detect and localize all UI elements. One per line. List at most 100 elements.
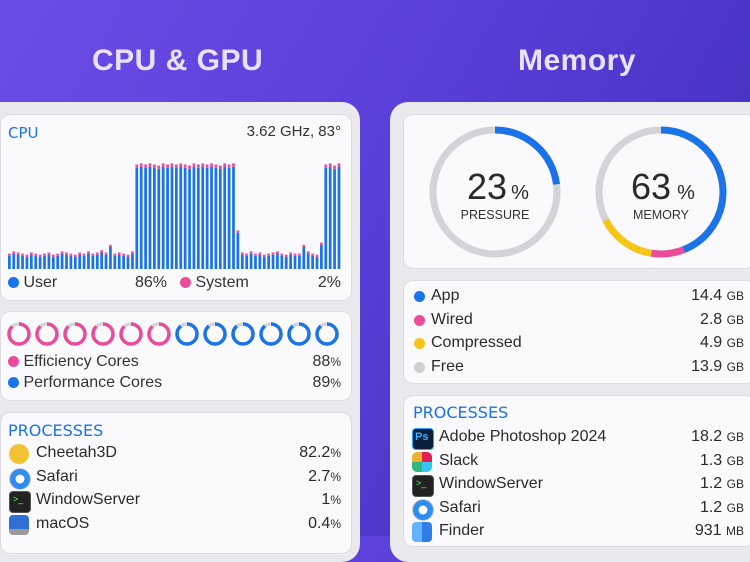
memory-gauges-card[interactable]: 23 % PRESSURE 63 % MEMORY [403, 114, 750, 269]
process-row[interactable]: Safari 1.2 GB [412, 498, 744, 521]
cpu-user-bar [87, 253, 90, 269]
terminal-icon: >_ [9, 491, 31, 513]
memory-processes-card[interactable]: PROCESSES Ps Adobe Photoshop 2024 18.2 GB S… [403, 395, 750, 547]
memory-value: 63 [631, 166, 671, 207]
memory-legend-value: 13.9 GB [691, 357, 744, 375]
process-row[interactable]: >_ WindowServer 1.2 GB [412, 474, 744, 497]
pressure-label: PRESSURE [461, 208, 530, 222]
cpu-user-bar [210, 166, 213, 269]
cpu-user-bar [324, 167, 328, 269]
cpu-system-bar [293, 253, 297, 256]
laptop-icon [9, 514, 29, 535]
cpu-system-bar [144, 164, 147, 168]
cpu-user-bar [223, 166, 227, 269]
cpu-system-bar [298, 253, 301, 256]
cpu-user-bar [126, 256, 130, 269]
cpu-user-bar [311, 255, 314, 269]
cpu-user-bar [262, 256, 266, 269]
performance-cores-legend: Performance Cores [8, 374, 162, 392]
memory-label: MEMORY [633, 208, 690, 222]
cpu-system-bar [131, 251, 134, 254]
cpu-system-bar [139, 163, 143, 167]
cpu-system-bar [153, 164, 156, 168]
cpu-user-bar [82, 255, 86, 269]
memory-legend-label: App [431, 287, 460, 304]
cpu-system-bar [289, 252, 292, 255]
cpu-user-bar [12, 253, 16, 269]
legend-dot-icon [414, 314, 425, 326]
safari-icon [412, 498, 434, 521]
process-row[interactable]: Cheetah3D 82.2% [9, 443, 341, 465]
legend-dot-icon [414, 338, 425, 349]
core-load-rings [7, 322, 339, 346]
process-row[interactable]: Ps Adobe Photoshop 2024 18.2 GB [412, 427, 744, 450]
cpu-system-bar [91, 253, 95, 256]
efficiency-dot-icon [8, 356, 19, 368]
process-row[interactable]: Finder 931 MB [412, 521, 744, 543]
memory-legend-row: Free 13.9 GB [412, 357, 744, 379]
cpu-system-bar [183, 164, 187, 168]
cpu-user-bar [179, 166, 183, 269]
cpu-system-bar [65, 252, 68, 255]
performance-cores-value: 89% [312, 374, 341, 391]
cpu-user-bar [69, 255, 73, 269]
cpu-system-bar [205, 164, 209, 168]
process-name: WindowServer [36, 491, 141, 508]
cpu-user-bar [73, 256, 77, 269]
process-row[interactable]: macOS 0.4% [9, 514, 341, 536]
cpu-user-bar [43, 255, 46, 269]
cpu-system-bar [29, 252, 33, 255]
cpu-user-bar [95, 254, 99, 269]
cpu-processes-card[interactable]: PROCESSES Cheetah3D 82.2% Safari 2.7% >_ Wind… [0, 412, 352, 554]
memory-legend-value: 2.8 GB [699, 310, 744, 328]
process-name: WindowServer [439, 475, 544, 492]
process-row[interactable]: Slack 1.3 GB [412, 451, 744, 473]
cpu-system-bar [12, 251, 16, 254]
cpu-user-bar [56, 255, 60, 269]
cpu-user-bar [227, 167, 231, 269]
cpu-system-bar [311, 253, 314, 256]
cpu-system-bar [315, 254, 319, 257]
cpu-system-bar [240, 252, 244, 255]
user-value: 86% [135, 274, 168, 291]
cpu-user-bar [78, 254, 82, 269]
cpu-system-bar [161, 163, 165, 167]
cpu-user-bar [214, 167, 218, 269]
cpu-system-bar [258, 252, 262, 255]
process-name: macOS [36, 514, 90, 532]
cpu-user-bar [175, 167, 178, 269]
cpu-user-bar [139, 166, 143, 269]
memory-legend-card[interactable]: App 14.4 GB Wired 2.8 GB Compressed 4.9 GB Fre… [403, 280, 750, 384]
safari-icon [9, 467, 31, 490]
cpu-user-bar [280, 255, 284, 269]
core-ring-fill [63, 322, 87, 346]
cpu-system-bar [175, 164, 178, 168]
cpu-user-bar [276, 253, 279, 269]
core-ring-fill [7, 322, 31, 346]
cpu-card[interactable]: CPU 3.62 GHz, 83° User 86% System 2% [0, 114, 352, 301]
cpu-system-bar [306, 251, 310, 254]
process-name: Safari [439, 498, 481, 516]
cpu-system-bar [333, 165, 336, 169]
core-ring-fill [147, 322, 171, 346]
cpu-user-bar [337, 166, 341, 269]
process-row[interactable]: Safari 2.7% [9, 467, 341, 490]
cpu-user-bar [100, 252, 104, 269]
cpu-user-bar [289, 254, 292, 269]
process-value: 18.2 GB [691, 428, 744, 445]
cpu-system-bar [262, 254, 266, 257]
cpu-system-bar [271, 252, 275, 255]
cores-card[interactable]: Efficiency Cores 88% Performance Cores 8… [0, 311, 352, 401]
cpu-user-bar [240, 254, 244, 269]
processes-title: PROCESSES [413, 403, 509, 422]
cpu-user-bar [91, 255, 95, 269]
core-ring-fill [91, 322, 115, 346]
cpu-system-bar [117, 252, 121, 255]
cpu-system-bar [218, 165, 222, 169]
cpu-system-bar [201, 163, 205, 167]
pressure-unit: % [511, 182, 529, 204]
terminal-icon: >_ [412, 475, 434, 497]
photoshop-icon: Ps [412, 428, 434, 450]
core-ring-fill [175, 322, 199, 346]
process-row[interactable]: >_ WindowServer 1% [9, 490, 341, 513]
